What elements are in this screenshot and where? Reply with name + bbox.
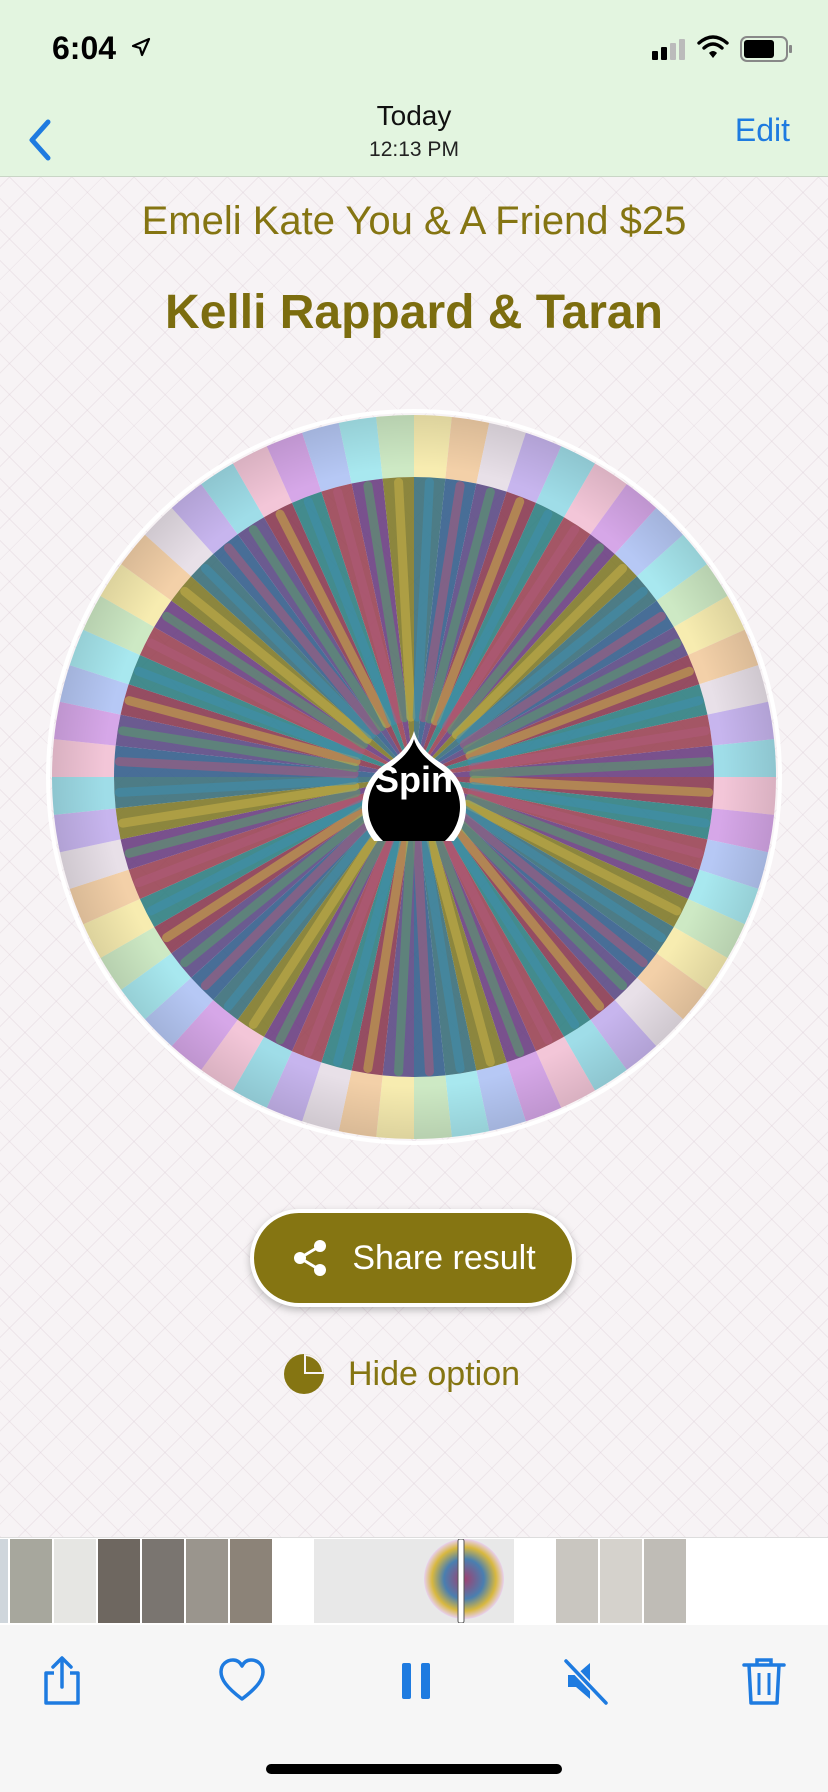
bottom-toolbar <box>0 1625 828 1792</box>
thumbnail[interactable] <box>644 1539 686 1623</box>
heart-icon[interactable] <box>218 1655 266 1707</box>
thumbnail-strip[interactable] <box>0 1537 828 1626</box>
thumbnail-current[interactable] <box>314 1538 514 1624</box>
edit-button[interactable]: Edit <box>735 112 790 149</box>
share-result-button[interactable]: Share result <box>250 1209 576 1307</box>
wheel-title: Emeli Kate You & A Friend $25 <box>141 199 687 243</box>
nav-bar: Today 12:13 PM Edit <box>0 100 828 177</box>
trash-icon[interactable] <box>740 1655 788 1707</box>
home-indicator <box>266 1764 562 1774</box>
thumbnail[interactable] <box>556 1539 598 1623</box>
thumbnail[interactable] <box>186 1539 228 1623</box>
thumbnail[interactable] <box>54 1539 96 1623</box>
thumbnail[interactable] <box>230 1539 272 1623</box>
pie-chart-icon <box>284 1354 324 1394</box>
status-time: 6:04 <box>52 30 117 66</box>
share-icon[interactable] <box>38 1655 86 1707</box>
thumbnail[interactable] <box>142 1539 184 1623</box>
photo-content: Emeli Kate You & A Friend $25 Kelli Rapp… <box>0 177 828 1537</box>
wheel-thumbnail-icon <box>424 1538 504 1624</box>
cellular-signal-icon <box>652 39 685 60</box>
spin-button[interactable] <box>356 725 472 841</box>
spin-result: Kelli Rappard & Taran <box>165 286 663 339</box>
battery-icon <box>740 36 792 62</box>
mute-icon[interactable] <box>562 1655 610 1707</box>
wifi-icon <box>697 35 729 58</box>
share-result-label: Share result <box>352 1238 536 1277</box>
hide-option-button[interactable]: Hide option <box>282 1352 520 1396</box>
share-nodes-icon <box>294 1240 327 1276</box>
nav-title: Today <box>376 100 452 131</box>
thumbnail[interactable] <box>600 1539 642 1623</box>
pause-icon[interactable] <box>392 1655 440 1707</box>
nav-subtitle: 12:13 PM <box>369 138 459 161</box>
thumbnail[interactable] <box>0 1539 8 1623</box>
thumbnail[interactable] <box>10 1539 52 1623</box>
location-arrow-icon <box>131 37 151 57</box>
status-bar: 6:04 <box>0 0 828 100</box>
hide-option-label: Hide option <box>348 1354 521 1393</box>
thumbnail[interactable] <box>98 1539 140 1623</box>
